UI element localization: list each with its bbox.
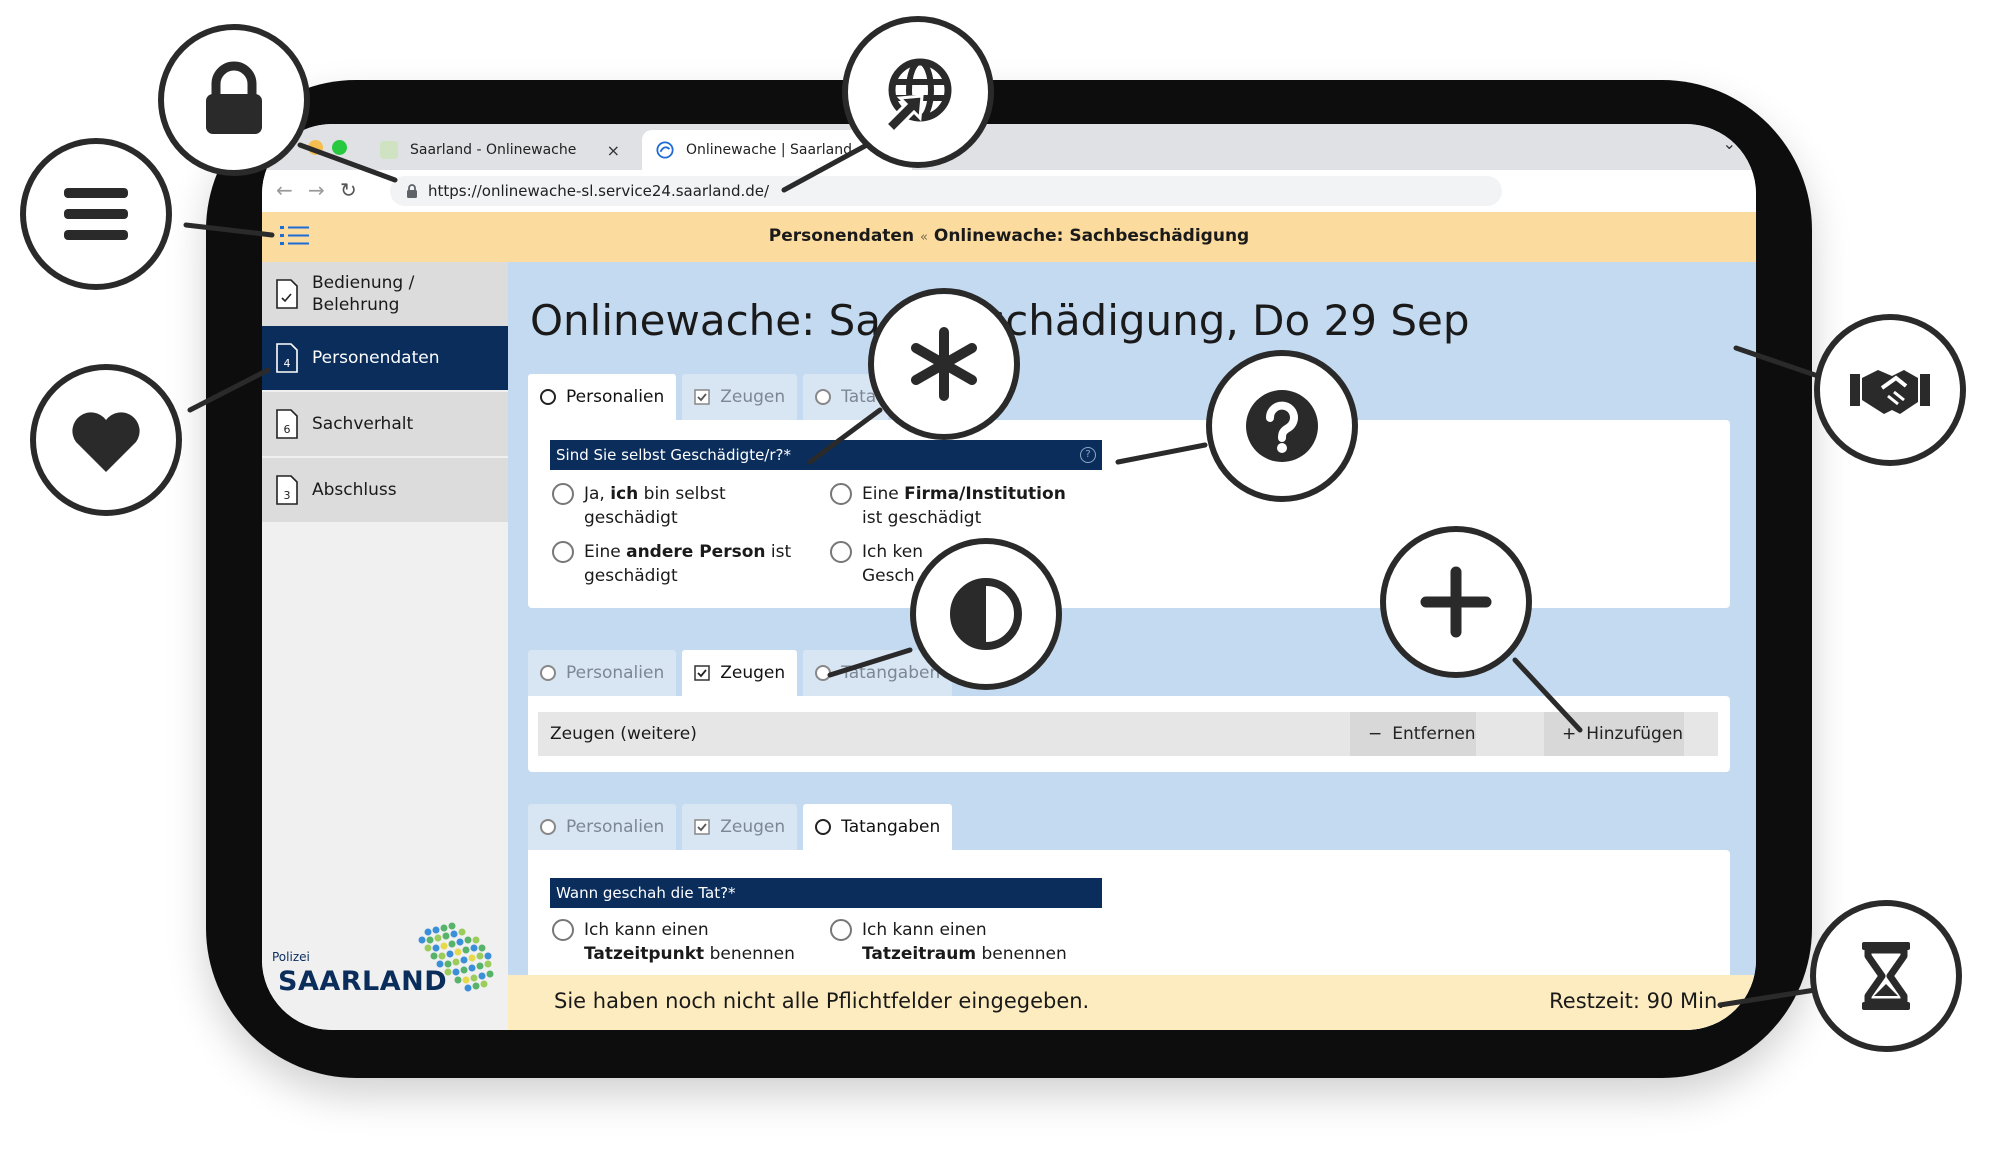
hourglass-icon	[1862, 942, 1910, 1010]
callout-hourglass	[1810, 900, 1962, 1052]
callout-globe	[842, 16, 994, 168]
plus-icon	[1420, 566, 1492, 638]
callout-contrast	[910, 538, 1062, 690]
lock-icon	[206, 61, 262, 134]
menu-icon	[64, 188, 128, 240]
callout-heart	[30, 364, 182, 516]
question-icon	[1246, 390, 1318, 462]
heart-icon	[72, 412, 140, 472]
contrast-icon	[950, 578, 1022, 650]
callout-lock	[158, 24, 310, 176]
callout-menu	[20, 138, 172, 290]
callout-plus	[1380, 526, 1532, 678]
asterisk-icon	[911, 327, 977, 401]
globe-icon	[883, 58, 952, 134]
handshake-icon	[1850, 370, 1930, 414]
callout-handshake	[1814, 314, 1966, 466]
callout-asterisk	[868, 288, 1020, 440]
callout-question	[1206, 350, 1358, 502]
